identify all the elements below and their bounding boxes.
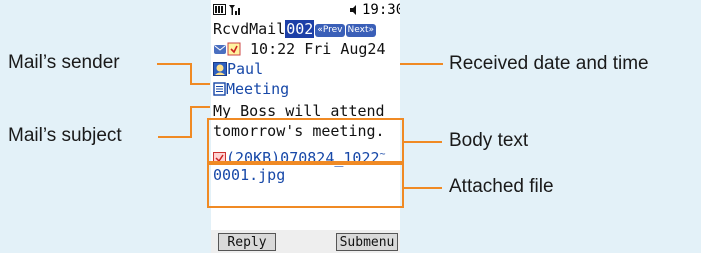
callout-received-date-time: Received date and time [449,53,649,74]
received-row: 10:22 Fri Aug24 [213,40,386,59]
person-icon [213,62,227,76]
status-time: 19:30 [362,2,400,18]
screen-title: RcvdMail [213,20,286,38]
sender-name: Paul [227,60,264,78]
sender-row[interactable]: Paul [213,60,263,79]
received-time: 10:22 Fri Aug24 [250,40,386,58]
mail-number: 002 [285,20,315,38]
status-bar: 19:30 [211,0,400,20]
mail-read-icon [214,45,226,54]
leader-line-subject [158,136,192,138]
submenu-softkey[interactable]: Submenu [336,233,398,251]
attached-file-highlight [207,163,404,208]
reply-softkey[interactable]: Reply [218,233,276,251]
leader-line-attached [404,187,442,189]
attachment-icon [227,42,241,56]
signal-icon [229,5,240,15]
subject-icon [213,82,226,96]
speaker-icon [350,5,356,15]
leader-line-received [398,63,443,65]
callout-mails-sender: Mail’s sender [8,52,120,73]
callout-body-text: Body text [449,130,529,151]
callout-mails-subject: Mail’s subject [8,125,122,146]
mail-header-row: RcvdMail002 «Prev Next» [213,20,376,39]
body-text-highlight [207,118,404,163]
leader-line-sender [157,63,192,65]
prev-button[interactable]: «Prev [315,24,345,37]
subject-text: Meeting [226,80,290,98]
battery-icon [213,4,226,15]
subject-row: Meeting [213,80,289,99]
next-button[interactable]: Next» [345,24,376,37]
leader-line-body [404,141,442,143]
callout-attached-file: Attached file [449,176,554,197]
